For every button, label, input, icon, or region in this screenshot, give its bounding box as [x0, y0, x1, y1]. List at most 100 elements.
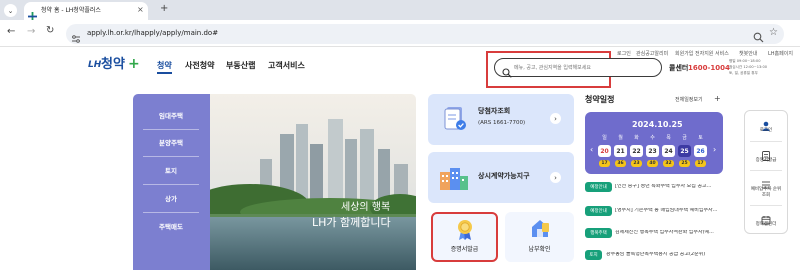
sidebar-item-house-sell[interactable]: 주택매도 [133, 224, 209, 231]
schedule-badge: 예정안내 [585, 182, 612, 192]
certificate-title: 증명서발급 [450, 246, 479, 253]
browser-tab[interactable]: 청약 홈 - LH청약플러스 × [24, 2, 148, 21]
schedule-list-item[interactable]: 토지 광주동남 블록형단독주택용지 공급 공고(2순위) [585, 248, 723, 262]
sidebar-item-land[interactable]: 토지 [133, 168, 209, 175]
calendar-date-cell[interactable]: 21 [614, 145, 627, 157]
search-bar[interactable] [494, 58, 662, 78]
reload-icon[interactable]: ↻ [46, 26, 54, 36]
logo-plus-icon: + [128, 56, 140, 72]
util-e-application[interactable]: 전자지원 서비스 [695, 52, 729, 57]
site-info-icon[interactable] [71, 29, 81, 43]
winner-lookup-card[interactable]: 당첨자조회 (ARS 1661-7700) › [428, 94, 574, 145]
util-signup[interactable]: 회원가입 [675, 52, 693, 57]
zoom-icon[interactable] [753, 28, 764, 43]
calendar-date: 2024.10.25 [632, 120, 683, 129]
calendar-count-badge: 40 [647, 160, 658, 167]
util-chatbot[interactable]: 챗봇안내 [739, 52, 757, 57]
schedule-more-link[interactable]: 전체일정보기 [675, 98, 703, 103]
calendar-count-badge: 32 [663, 160, 674, 167]
calendar-count-badge: 25 [679, 160, 690, 167]
calendar-count-badge: 23 [631, 160, 642, 167]
schedule-item-text: [영주시] 기존주택 등 매입임대주택 예비입주자... [615, 208, 718, 213]
calendar-date-cell[interactable]: 20 [598, 145, 611, 157]
quick-login[interactable]: 로그인 [744, 112, 788, 140]
hours-weekday: 평일 09:00~18:00 [729, 59, 761, 63]
list-icon [761, 175, 771, 189]
quick-login-label: 로그인 [759, 128, 773, 133]
schedule-item-text: 김제제진신 행복주택 입주자격완화 입주자(예... [615, 230, 714, 235]
contract-arrow-icon[interactable]: › [550, 172, 561, 183]
sidebar-item-commercial[interactable]: 상가 [133, 196, 209, 203]
util-login[interactable]: 로그인 [617, 52, 631, 57]
winner-lookup-title: 당첨자조회 [478, 107, 511, 115]
schedule-list-item[interactable]: 예정안내 [영주시] 기존주택 등 매입임대주택 예비입주자... [585, 204, 723, 218]
schedule-more-plus-icon[interactable]: + [714, 95, 721, 103]
forward-icon[interactable]: → [27, 27, 35, 37]
sidebar-item-rental[interactable]: 임대주택 [133, 113, 209, 120]
calendar-date-cell[interactable]: 22 [630, 145, 643, 157]
calendar-day: 화 [634, 135, 639, 141]
document-icon [761, 146, 771, 161]
nav-pre-apply[interactable]: 사전청약 [185, 62, 214, 70]
tab-list-button[interactable]: ⌄ [4, 4, 17, 17]
url-text: apply.lh.or.kr/lhapply/apply/main.do# [87, 29, 219, 37]
nav-realestate-lab[interactable]: 부동산랩 [226, 62, 255, 70]
schedule-list-item[interactable]: 예정안내 [인천 중구] 청년 특화주택 입주자 모집 공고... [585, 180, 723, 194]
nav-customer-service[interactable]: 고객서비스 [268, 62, 305, 70]
contract-district-title: 상시계약가능지구 [478, 172, 530, 180]
calendar-date-cell[interactable]: 26 [694, 145, 707, 157]
callcenter-number[interactable]: 1600-1004 [688, 65, 730, 72]
buildings-icon [438, 166, 470, 192]
util-lh-home[interactable]: LH홈페이지 [768, 52, 793, 57]
certificate-medal-icon [456, 219, 474, 241]
calendar-prev-icon[interactable]: ‹ [590, 146, 593, 154]
user-icon [761, 116, 771, 131]
calendar-count-badge: 36 [615, 160, 626, 167]
sidebar-item-sale[interactable]: 분양주택 [133, 140, 209, 147]
logo-main-text: 청약 [101, 57, 125, 72]
calendar-date-cell[interactable]: 24 [662, 145, 675, 157]
contract-district-card[interactable]: 상시계약가능지구 › [428, 152, 574, 203]
document-check-icon [442, 105, 468, 133]
calendar-count-badge: 17 [695, 160, 706, 167]
bookmark-star-icon[interactable]: ☆ [769, 28, 778, 38]
payment-card[interactable]: 납부확인 [505, 212, 574, 262]
calendar-date-cell-selected[interactable]: 25 [678, 145, 691, 157]
quick-divider [750, 205, 782, 206]
winner-arrow-icon[interactable]: › [550, 113, 561, 124]
site-favicon-icon [28, 6, 37, 21]
tab-close-icon[interactable]: × [137, 6, 144, 14]
quick-calendar[interactable]: 청약캘린더 [744, 207, 788, 233]
quick-divider [750, 170, 782, 171]
calendar-day: 수 [650, 135, 655, 141]
back-icon[interactable]: ← [7, 27, 15, 37]
schedule-list-item[interactable]: 행복주택 김제제진신 행복주택 입주자격완화 입주자(예... [585, 226, 723, 240]
calendar-next-icon[interactable]: › [713, 146, 716, 154]
certificate-card[interactable]: 증명서발급 [431, 212, 498, 262]
nav-apply[interactable]: 청약 [157, 62, 172, 70]
sidebar-divider [143, 129, 199, 130]
calendar-date-cell[interactable]: 23 [646, 145, 659, 157]
calendar-count-badge: 17 [599, 160, 610, 167]
sidebar-divider [143, 212, 199, 213]
util-interest-alarm[interactable]: 관심공고알리미 [636, 52, 668, 57]
calendar-day: 토 [698, 135, 703, 141]
calendar-day: 금 [682, 135, 687, 141]
logo-lh-text: LH [88, 60, 102, 70]
calendar-icon [761, 210, 771, 225]
quick-calendar-label: 청약캘린더 [755, 222, 777, 227]
lh-logo[interactable]: LH 청약 + [88, 57, 148, 75]
quick-certificate[interactable]: 증명서발급 [744, 143, 788, 169]
calendar-day: 목 [666, 135, 671, 141]
address-bar[interactable]: apply.lh.or.kr/lhapply/apply/main.do# ☆ [66, 24, 784, 44]
new-tab-button[interactable]: + [160, 4, 168, 14]
quick-waitlist-label: 예비입주자 순위 조회 [750, 187, 782, 198]
search-input[interactable] [514, 62, 654, 73]
schedule-title: 청약일정 [585, 95, 615, 104]
tab-title: 청약 홈 - LH청약플러스 [41, 7, 101, 14]
quick-waitlist-rank[interactable]: 예비입주자 순위 조회 [744, 172, 788, 204]
calendar-day: 월 [618, 135, 623, 141]
hero-banner[interactable]: 세상의 행복 LH가 함께합니다 [210, 94, 416, 270]
winner-lookup-ars: (ARS 1661-7700) [478, 120, 526, 126]
schedule-item-text: [인천 중구] 청년 특화주택 입주자 모집 공고... [615, 184, 712, 189]
